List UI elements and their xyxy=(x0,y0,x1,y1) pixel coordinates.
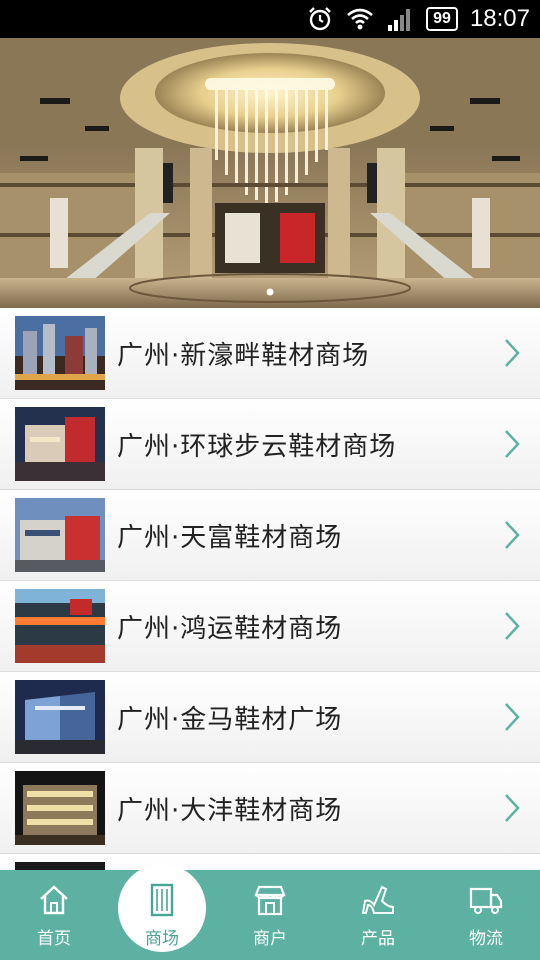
battery-icon: 99 xyxy=(426,7,458,31)
battery-level: 99 xyxy=(433,10,451,27)
tab-label: 产品 xyxy=(361,928,395,949)
tab-mall[interactable]: 商场 xyxy=(108,864,216,960)
mall-list: 广州·新濠畔鞋材商场 广州·环球步云鞋材商场 广州·天富鞋材商场 广州·鸿运鞋材… xyxy=(0,308,540,870)
mall-thumbnail xyxy=(15,862,105,870)
mall-title: 广州·大沣鞋材商场 xyxy=(117,795,343,826)
mall-thumbnail xyxy=(15,407,105,481)
signal-icon xyxy=(386,5,414,33)
banner-image xyxy=(0,38,540,308)
wifi-icon xyxy=(346,5,374,33)
chevron-right-icon xyxy=(505,339,520,367)
house-icon xyxy=(36,882,72,918)
list-item[interactable]: 广州·天富鞋材商场 xyxy=(0,490,540,581)
mall-thumbnail xyxy=(15,316,105,390)
mall-thumbnail xyxy=(15,589,105,663)
alarm-icon xyxy=(306,5,334,33)
mall-title: 广州·天富鞋材商场 xyxy=(117,522,343,553)
mall-thumbnail xyxy=(15,498,105,572)
tab-label: 商户 xyxy=(253,928,287,949)
mall-title: 广州·金马鞋材广场 xyxy=(117,704,343,735)
tab-label: 商场 xyxy=(145,928,179,949)
chevron-right-icon xyxy=(505,703,520,731)
tab-label: 首页 xyxy=(37,928,71,949)
mall-thumbnail xyxy=(15,680,105,754)
truck-icon xyxy=(468,882,504,918)
tab-logistics[interactable]: 物流 xyxy=(432,870,540,960)
list-item[interactable]: 广州·大沣鞋材商场 xyxy=(0,763,540,854)
list-item[interactable]: 广州·鸿运鞋材商场 xyxy=(0,581,540,672)
carousel-dot-active xyxy=(266,288,274,296)
status-bar: 99 18:07 xyxy=(0,0,540,38)
tab-product[interactable]: 产品 xyxy=(324,870,432,960)
mall-title: 广州·环球步云鞋材商场 xyxy=(117,431,397,462)
bottom-tab-bar: 首页 商场 商户 产品 物流 xyxy=(0,864,540,960)
mall-title: 广州·鸿运鞋材商场 xyxy=(117,613,343,644)
tab-label: 物流 xyxy=(469,928,503,949)
list-item[interactable] xyxy=(0,854,540,870)
mall-thumbnail xyxy=(15,771,105,845)
storefront-icon xyxy=(252,882,288,918)
chevron-right-icon xyxy=(505,521,520,549)
chevron-right-icon xyxy=(505,794,520,822)
chevron-right-icon xyxy=(505,612,520,640)
clock: 18:07 xyxy=(469,5,530,32)
high-heel-icon xyxy=(360,882,396,918)
list-item[interactable]: 广州·新濠畔鞋材商场 xyxy=(0,308,540,399)
tab-merchant[interactable]: 商户 xyxy=(216,870,324,960)
tab-home[interactable]: 首页 xyxy=(0,870,108,960)
banner-carousel[interactable] xyxy=(0,38,540,308)
list-item[interactable]: 广州·环球步云鞋材商场 xyxy=(0,399,540,490)
list-item[interactable]: 广州·金马鞋材广场 xyxy=(0,672,540,763)
mall-title: 广州·新濠畔鞋材商场 xyxy=(117,340,370,371)
chevron-right-icon xyxy=(505,430,520,458)
building-icon xyxy=(144,882,180,918)
